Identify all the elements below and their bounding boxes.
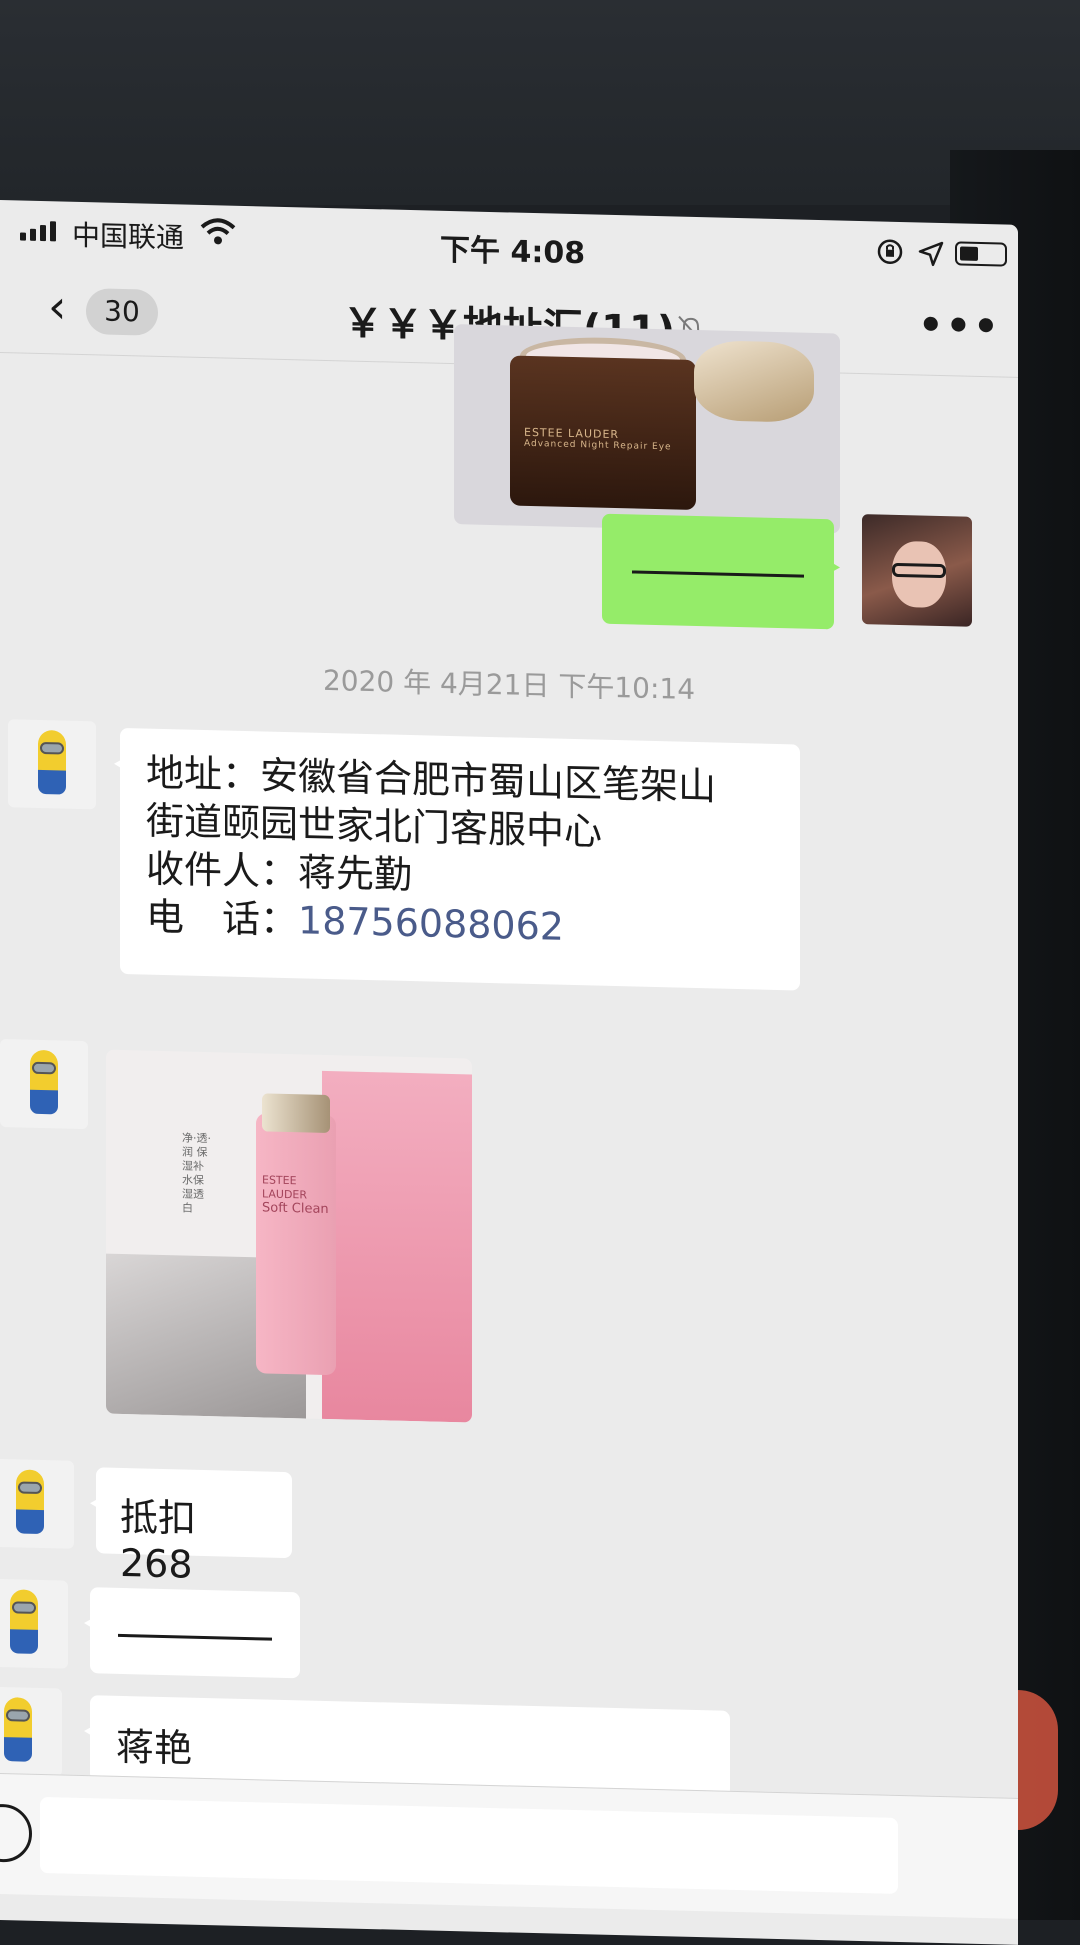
address-message-bubble[interactable]: 地址：安徽省合肥市蜀山区笔架山 街道颐园世家北门客服中心 收件人：蒋先勤 电 话… xyxy=(120,727,800,991)
voice-input-icon[interactable] xyxy=(0,1803,32,1863)
received-message-bubble[interactable] xyxy=(90,1587,300,1679)
redacted-line xyxy=(118,1633,272,1641)
more-options-icon[interactable]: ••• xyxy=(918,302,1001,350)
phone-number-link[interactable]: 18756088062 xyxy=(298,898,564,948)
chat-input-bar xyxy=(0,1773,1018,1919)
avatar[interactable] xyxy=(0,1578,68,1669)
product-image-message[interactable]: 净·透·润 保湿补水保湿透白 ESTEE LAUDER Soft Clean xyxy=(106,1049,472,1423)
location-arrow-icon xyxy=(918,241,944,267)
message-input[interactable] xyxy=(40,1796,898,1894)
avatar[interactable] xyxy=(0,1458,74,1549)
jar-cap xyxy=(694,339,814,423)
rotation-lock-icon xyxy=(877,239,903,265)
product-name: Soft Clean xyxy=(262,1200,329,1218)
avatar[interactable] xyxy=(8,719,96,810)
product-side-text: 净·透·润 保湿补水保湿透白 xyxy=(182,1131,211,1215)
redacted-line xyxy=(632,570,804,578)
message-timestamp: 2020 年 4月21日 下午10:14 xyxy=(322,663,696,706)
message-list: ESTEE LAUDER Advanced Night Repair Eye 2… xyxy=(0,324,1018,1945)
wechat-group-chat-screen: 中国联通 下午 4:08 ‹ 30 ￥￥￥地址汇(11) ••• xyxy=(0,200,1018,1945)
avatar[interactable] xyxy=(0,1039,88,1130)
amount-text: 抵扣 268 xyxy=(120,1494,197,1587)
product-image-message[interactable]: ESTEE LAUDER Advanced Night Repair Eye xyxy=(454,324,840,534)
product-brand: ESTEE LAUDER xyxy=(262,1173,308,1202)
avatar[interactable] xyxy=(862,514,972,627)
carrier-name: 中国联通 xyxy=(72,218,185,255)
wifi-icon xyxy=(200,218,236,245)
amount-message-bubble[interactable]: 抵扣 268 xyxy=(96,1467,292,1587)
name-text: 蒋艳 xyxy=(116,1724,193,1771)
sent-message-bubble[interactable] xyxy=(602,513,834,630)
avatar[interactable] xyxy=(0,1686,62,1777)
battery-icon xyxy=(955,241,1007,267)
phone-label: 电 话： xyxy=(146,894,299,943)
signal-bars-icon xyxy=(20,220,56,242)
toner-bottle xyxy=(256,1113,336,1376)
device-bezel xyxy=(0,0,1080,205)
clock: 下午 4:08 xyxy=(440,232,586,272)
